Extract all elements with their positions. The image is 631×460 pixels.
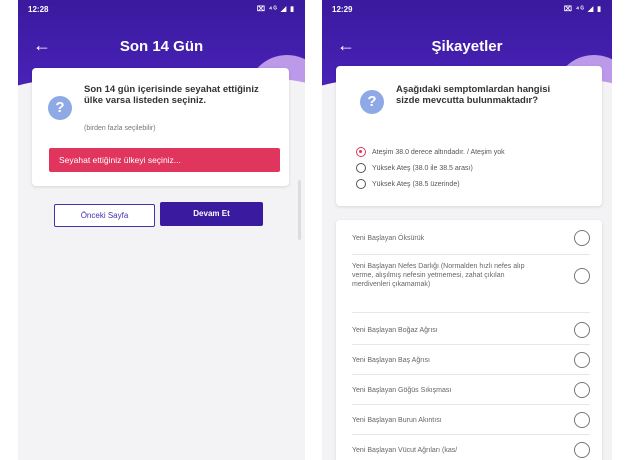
status-time: 12:28	[28, 5, 49, 14]
symptom-item-body-ache[interactable]: Yeni Başlayan Vücut Ağrıları (kas/	[352, 442, 590, 458]
page-title: Son 14 Gün	[119, 37, 204, 55]
fever-option-label: Yüksek Ateş (38.5 üzerinde)	[372, 180, 460, 188]
status-bar: 12:28 ⌧ ⁴ᴳ ◢ ▮	[18, 0, 305, 18]
symptom-label: Yeni Başlayan Göğüs Sıkışması	[352, 386, 452, 394]
previous-page-button[interactable]: Önceki Sayfa	[54, 204, 155, 227]
phone-screen-travel: 12:28 ⌧ ⁴ᴳ ◢ ▮ ← Son 14 Gün ? Son 14 gün…	[18, 0, 305, 460]
fever-option-label: Ateşim 38.0 derece altındadır. / Ateşim …	[372, 148, 505, 156]
symptom-item-cough[interactable]: Yeni Başlayan Öksürük	[352, 230, 590, 246]
symptom-item-runny-nose[interactable]: Yeni Başlayan Burun Akıntısı	[352, 412, 590, 428]
radio-icon[interactable]	[574, 322, 590, 338]
radio-icon[interactable]	[574, 412, 590, 428]
symptom-item-headache[interactable]: Yeni Başlayan Baş Ağrısı	[352, 352, 590, 368]
divider	[352, 374, 590, 375]
symptom-item-throat[interactable]: Yeni Başlayan Boğaz Ağrısı	[352, 322, 590, 338]
symptom-item-chest[interactable]: Yeni Başlayan Göğüs Sıkışması	[352, 382, 590, 398]
continue-button[interactable]: Devam Et	[160, 202, 263, 226]
radio-selected-icon[interactable]	[356, 147, 366, 157]
divider	[352, 254, 590, 255]
fever-option-label: Yüksek Ateş (38.0 ile 38.5 arası)	[372, 164, 473, 172]
question-mark-icon: ?	[48, 96, 72, 120]
question-text: Aşağıdaki semptomlardan hangisi sizde me…	[396, 84, 551, 106]
question-hint: (birden fazla seçilebilir)	[84, 125, 156, 132]
question-card: ? Son 14 gün içerisinde seyahat ettiğini…	[32, 68, 289, 186]
radio-icon[interactable]	[574, 230, 590, 246]
scrollbar[interactable]	[298, 180, 301, 240]
country-select-button[interactable]: Seyahat ettiğiniz ülkeyi seçiniz...	[49, 148, 280, 172]
symptom-item-breath[interactable]: Yeni Başlayan Nefes Darlığı (Normalden h…	[352, 262, 590, 289]
symptom-label: Yeni Başlayan Boğaz Ağrısı	[352, 326, 438, 334]
symptom-list-card: Yeni Başlayan Öksürük Yeni Başlayan Nefe…	[336, 220, 602, 460]
symptom-label: Yeni Başlayan Nefes Darlığı (Normalden h…	[352, 263, 525, 288]
screenshot-canvas: 12:28 ⌧ ⁴ᴳ ◢ ▮ ← Son 14 Gün ? Son 14 gün…	[0, 0, 631, 460]
fever-option-3[interactable]: Yüksek Ateş (38.5 üzerinde)	[356, 179, 460, 189]
fever-option-1[interactable]: Ateşim 38.0 derece altındadır. / Ateşim …	[356, 147, 505, 157]
phone-screen-symptoms: 12:29 ⌧ ⁴ᴳ ◢ ▮ ← Şikayetler ? Aşağıdaki …	[322, 0, 612, 460]
radio-icon[interactable]	[574, 267, 590, 284]
radio-icon[interactable]	[356, 179, 366, 189]
nav-bar: ← Şikayetler	[322, 33, 612, 59]
radio-icon[interactable]	[574, 352, 590, 368]
page-title: Şikayetler	[431, 37, 503, 55]
question-mark-icon: ?	[360, 90, 384, 114]
radio-icon[interactable]	[574, 382, 590, 398]
radio-icon[interactable]	[574, 442, 590, 458]
fever-question-card: ? Aşağıdaki semptomlardan hangisi sizde …	[336, 66, 602, 206]
status-icons: ⌧ ⁴ᴳ ◢ ▮	[256, 6, 295, 13]
fever-option-2[interactable]: Yüksek Ateş (38.0 ile 38.5 arası)	[356, 163, 473, 173]
status-bar: 12:29 ⌧ ⁴ᴳ ◢ ▮	[322, 0, 612, 18]
symptom-label: Yeni Başlayan Baş Ağrısı	[352, 356, 430, 364]
symptom-label: Yeni Başlayan Vücut Ağrıları (kas/	[352, 446, 458, 454]
symptom-label: Yeni Başlayan Burun Akıntısı	[352, 416, 442, 424]
nav-bar: ← Son 14 Gün	[18, 33, 305, 59]
divider	[352, 434, 590, 435]
back-arrow-icon[interactable]: ←	[334, 33, 358, 57]
radio-icon[interactable]	[356, 163, 366, 173]
status-time: 12:29	[332, 5, 353, 14]
status-icons: ⌧ ⁴ᴳ ◢ ▮	[563, 6, 602, 13]
symptom-label: Yeni Başlayan Öksürük	[352, 234, 425, 242]
back-arrow-icon[interactable]: ←	[30, 33, 54, 57]
divider	[352, 312, 590, 313]
question-text: Son 14 gün içerisinde seyahat ettiğiniz …	[84, 84, 259, 106]
divider	[352, 404, 590, 405]
divider	[352, 344, 590, 345]
